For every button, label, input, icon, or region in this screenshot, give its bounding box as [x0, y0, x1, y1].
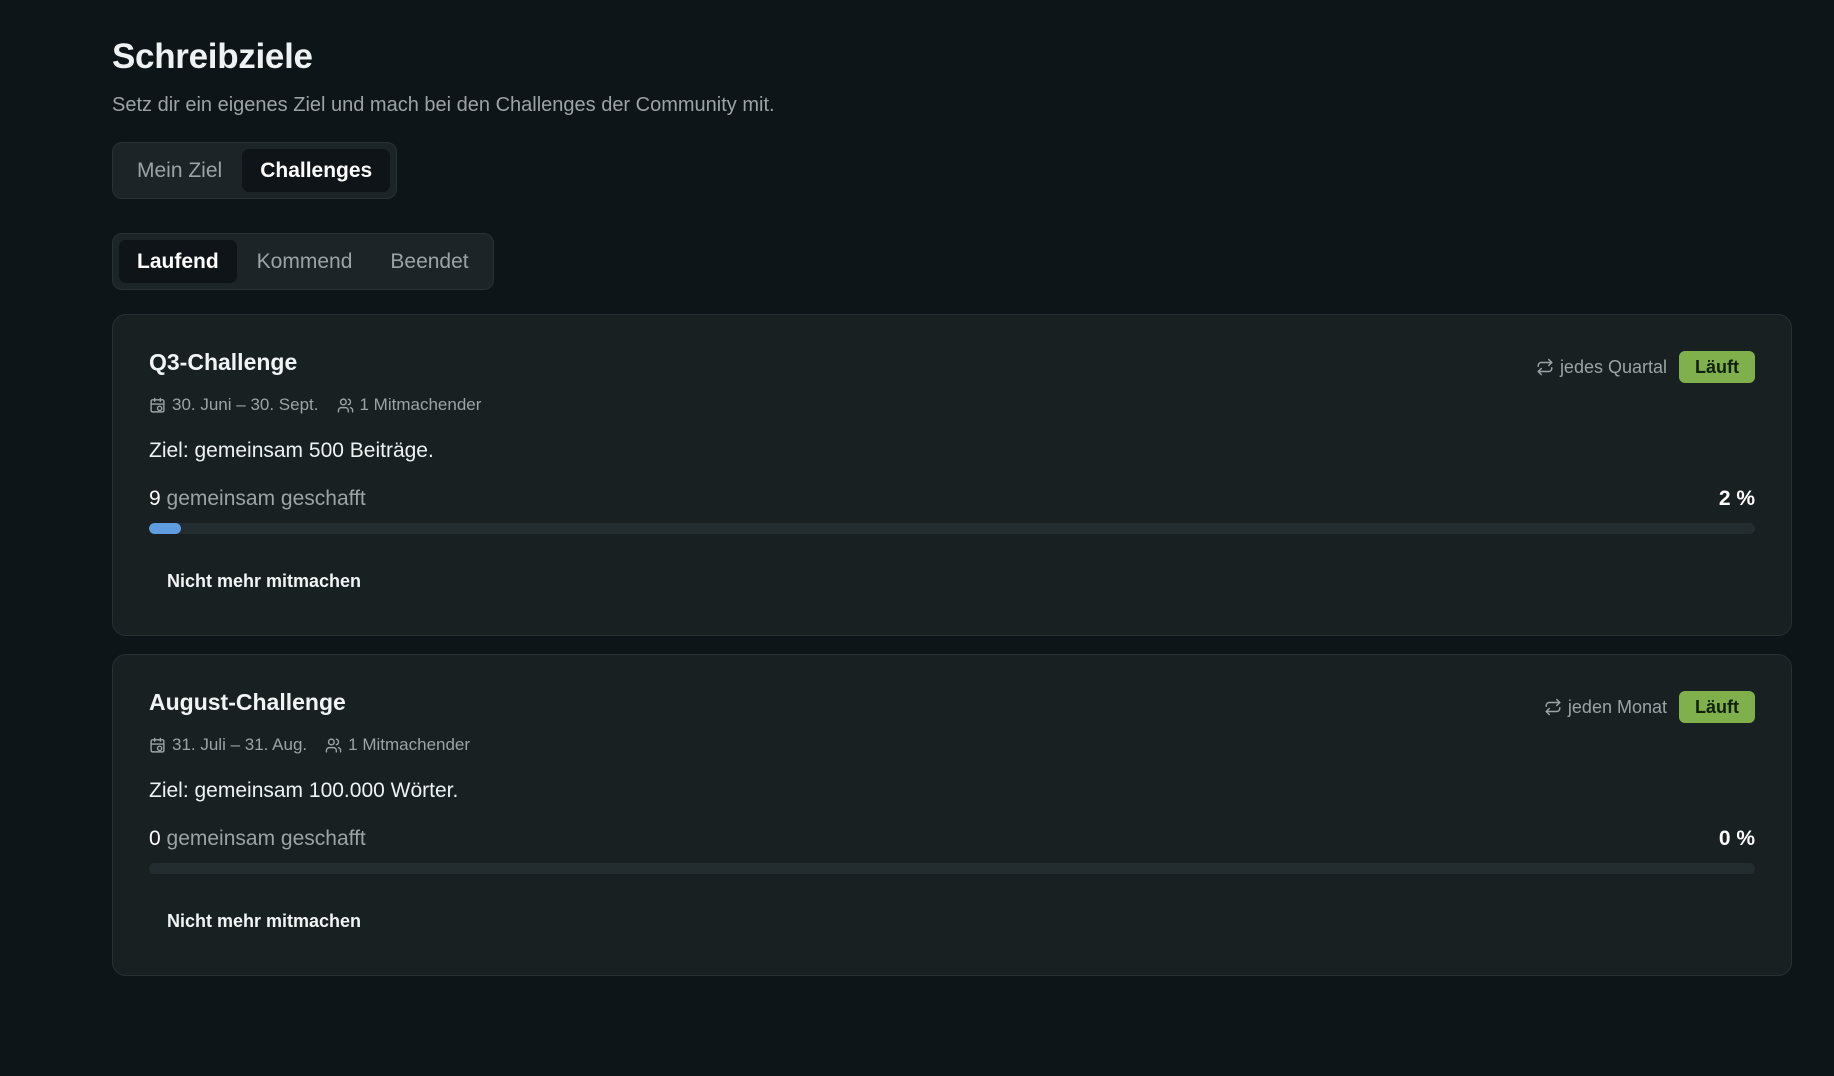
challenge-meta: 31. Juli – 31. Aug. 1 Mitmachender [149, 735, 470, 755]
progress-count: 9 [149, 487, 161, 510]
recurrence-info: jeden Monat [1544, 697, 1667, 718]
date-range-label: 30. Juni – 30. Sept. [172, 395, 319, 414]
challenge-meta: 30. Juni – 30. Sept. 1 Mitmachender [149, 395, 481, 415]
tab-challenges[interactable]: Challenges [242, 149, 391, 192]
page-title: Schreibziele [112, 37, 313, 76]
progress-bar [149, 523, 1755, 534]
participants-label: 1 Mitmachender [348, 735, 471, 754]
recurrence-label: jedes Quartal [1559, 356, 1667, 377]
challenge-goal: Ziel: gemeinsam 100.000 Wörter. [149, 779, 459, 802]
users-icon [337, 397, 354, 414]
challenge-status-area: jedes Quartal Läuft [1536, 351, 1755, 383]
progress-label: gemeinsam geschafft [166, 827, 366, 850]
recurrence-info: jedes Quartal [1536, 357, 1667, 378]
challenge-goal: Ziel: gemeinsam 500 Beiträge. [149, 439, 434, 462]
progress-info: 9 gemeinsam geschafft 2 % [149, 487, 1755, 511]
tab-beendet[interactable]: Beendet [372, 240, 486, 283]
page-subtitle: Setz dir ein eigenes Ziel und mach bei d… [112, 94, 775, 116]
progress-bar [149, 863, 1755, 874]
progress-label: gemeinsam geschafft [166, 487, 366, 510]
users-icon [325, 737, 342, 754]
progress-info: 0 gemeinsam geschafft 0 % [149, 827, 1755, 851]
repeat-icon [1544, 698, 1562, 716]
challenge-card: August-Challenge jeden Monat Läuft 31. J… [112, 654, 1792, 976]
progress-percent: 0 % [1718, 827, 1755, 850]
calendar-icon [149, 737, 166, 754]
date-range: 31. Juli – 31. Aug. [149, 735, 307, 755]
challenge-title: August-Challenge [149, 689, 346, 715]
leave-challenge-button[interactable]: Nicht mehr mitmachen [149, 903, 379, 940]
participants-label: 1 Mitmachender [359, 395, 482, 414]
status-badge: Läuft [1679, 691, 1755, 723]
challenge-card: Q3-Challenge jedes Quartal Läuft 30. Jun… [112, 314, 1792, 636]
date-range-label: 31. Juli – 31. Aug. [172, 735, 308, 754]
page: Schreibziele Setz dir ein eigenes Ziel u… [112, 36, 1792, 976]
status-tab-switcher: Laufend Kommend Beendet [112, 233, 494, 290]
calendar-icon [149, 397, 166, 414]
progress-bar-fill [149, 523, 182, 534]
date-range: 30. Juni – 30. Sept. [149, 395, 319, 415]
main-tab-switcher: Mein Ziel Challenges [112, 142, 398, 199]
participants: 1 Mitmachender [337, 395, 482, 415]
recurrence-label: jeden Monat [1567, 696, 1667, 717]
challenge-title: Q3-Challenge [149, 349, 298, 375]
leave-challenge-button[interactable]: Nicht mehr mitmachen [149, 563, 379, 600]
repeat-icon [1536, 358, 1554, 376]
challenge-status-area: jeden Monat Läuft [1544, 691, 1755, 723]
progress-percent: 2 % [1718, 487, 1755, 510]
status-badge: Läuft [1679, 351, 1755, 383]
participants: 1 Mitmachender [325, 735, 470, 755]
progress-count: 0 [149, 827, 161, 850]
tab-mein-ziel[interactable]: Mein Ziel [119, 149, 240, 192]
tab-laufend[interactable]: Laufend [119, 240, 237, 283]
tab-kommend[interactable]: Kommend [239, 240, 371, 283]
